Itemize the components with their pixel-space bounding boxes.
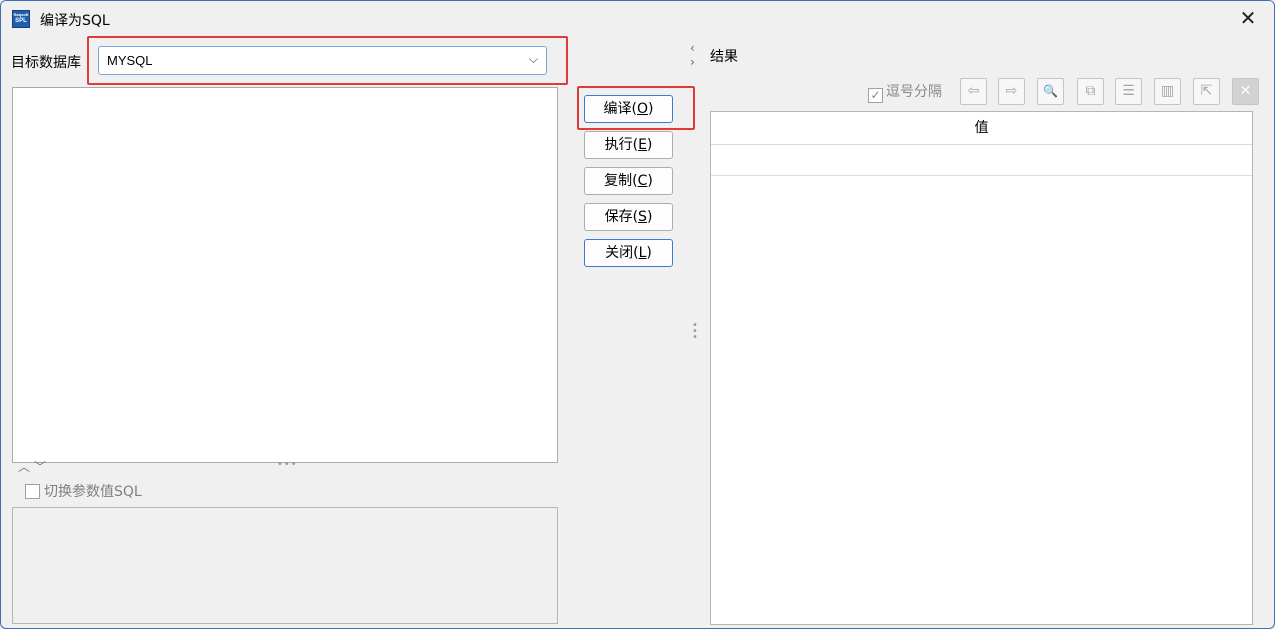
compile-button[interactable]: 编译(O) [584, 95, 673, 123]
close-window-icon[interactable]: ✕ [1237, 5, 1259, 31]
target-db-label: 目标数据库 [11, 55, 81, 71]
collapse-left-icon[interactable]: ‹ [690, 41, 695, 55]
preview-icon[interactable]: 🔍 [1037, 78, 1064, 105]
copy-button[interactable]: 复制(C) [584, 167, 673, 195]
save-button-label: 保存( [604, 209, 639, 225]
save-button-hotkey: S [638, 209, 647, 225]
close-button[interactable]: 关闭(L) [584, 239, 673, 267]
close-button-paren: ) [646, 245, 652, 261]
collapse-toggle[interactable]: ‹ › [690, 41, 695, 69]
toggle-param-sql-label: 切换参数值SQL [44, 484, 142, 500]
collapse-right-icon[interactable]: › [690, 55, 695, 69]
toggle-param-sql-option[interactable]: 切换参数值SQL [25, 481, 142, 501]
copy-icon[interactable]: ⧉ [1077, 78, 1104, 105]
compile-to-sql-dialog: Raqsoft SPL 编译为SQL ✕ 目标数据库 MYSQL ⌵ ︿﹀ ••… [0, 0, 1275, 629]
result-label: 结果 [710, 49, 738, 65]
save-button[interactable]: 保存(S) [584, 203, 673, 231]
splitter-handle-icon[interactable]: ••• [277, 459, 298, 470]
source-editor[interactable] [12, 87, 558, 463]
save-button-paren: ) [646, 209, 653, 225]
arrow-left-icon[interactable]: ⇦ [960, 78, 987, 105]
list-icon[interactable]: ☰ [1115, 78, 1142, 105]
vertical-splitter-handle-icon[interactable]: • • • [692, 321, 698, 343]
app-icon: Raqsoft SPL [12, 10, 30, 28]
chevron-down-icon: ⌵ [528, 52, 538, 66]
grid-column-header-value[interactable]: 值 [711, 112, 1252, 145]
param-sql-output [12, 507, 558, 624]
table-row[interactable] [711, 145, 1252, 176]
title-bar: Raqsoft SPL 编译为SQL ✕ [1, 1, 1274, 37]
export-icon[interactable]: ⇱ [1193, 78, 1220, 105]
chart-icon[interactable]: ▥ [1154, 78, 1181, 105]
toggle-param-sql-checkbox[interactable] [25, 484, 40, 499]
window-title: 编译为SQL [40, 13, 110, 29]
compile-button-hotkey: O [636, 101, 649, 117]
splitter-arrows-icon[interactable]: ︿﹀ [18, 458, 50, 475]
compile-button-paren: ) [648, 101, 654, 117]
execute-button-paren: ) [646, 137, 653, 153]
execute-button-label: 执行( [604, 137, 639, 153]
arrow-right-icon[interactable]: ⇨ [998, 78, 1025, 105]
target-db-value: MYSQL [107, 53, 153, 68]
comma-separated-label: 逗号分隔 [886, 84, 942, 100]
clear-icon[interactable]: ✕ [1232, 78, 1259, 105]
execute-button-hotkey: E [638, 137, 647, 153]
result-grid[interactable]: 值 [710, 111, 1253, 625]
close-button-label: 关闭( [605, 245, 639, 261]
comma-separated-option[interactable]: ✓ 逗号分隔 [868, 81, 942, 103]
execute-button[interactable]: 执行(E) [584, 131, 673, 159]
copy-button-paren: ) [647, 173, 653, 189]
target-db-select[interactable]: MYSQL ⌵ [98, 46, 547, 75]
copy-button-hotkey: C [637, 173, 648, 189]
compile-button-label: 编译( [603, 101, 637, 117]
comma-separated-checkbox[interactable]: ✓ [868, 88, 883, 103]
copy-button-label: 复制( [604, 173, 638, 189]
app-icon-line2: SPL [15, 18, 27, 24]
